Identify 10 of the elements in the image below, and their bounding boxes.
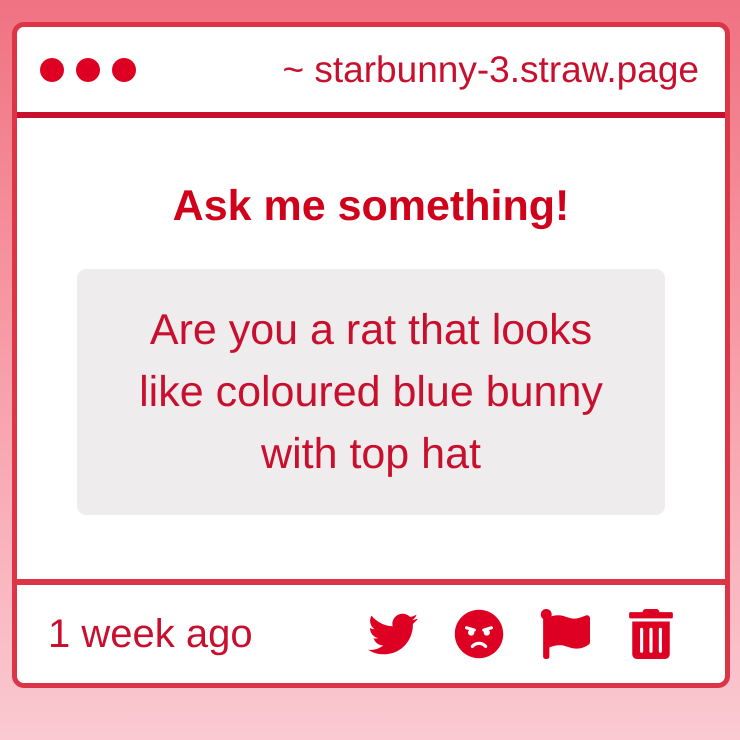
dot-icon xyxy=(40,58,64,82)
dot-icon xyxy=(76,58,100,82)
question-text: Are you a rat that looks like coloured blue bunny with top hat xyxy=(138,305,604,480)
time-ago: 1 week ago xyxy=(48,611,253,658)
trash-icon[interactable] xyxy=(626,609,676,659)
prompt-title: Ask me something! xyxy=(172,181,570,232)
angry-face-icon[interactable] xyxy=(454,609,504,659)
flag-icon[interactable] xyxy=(540,609,590,659)
dot-icon xyxy=(112,58,136,82)
page-address: ~ starbunny-3.straw.page xyxy=(282,48,699,92)
